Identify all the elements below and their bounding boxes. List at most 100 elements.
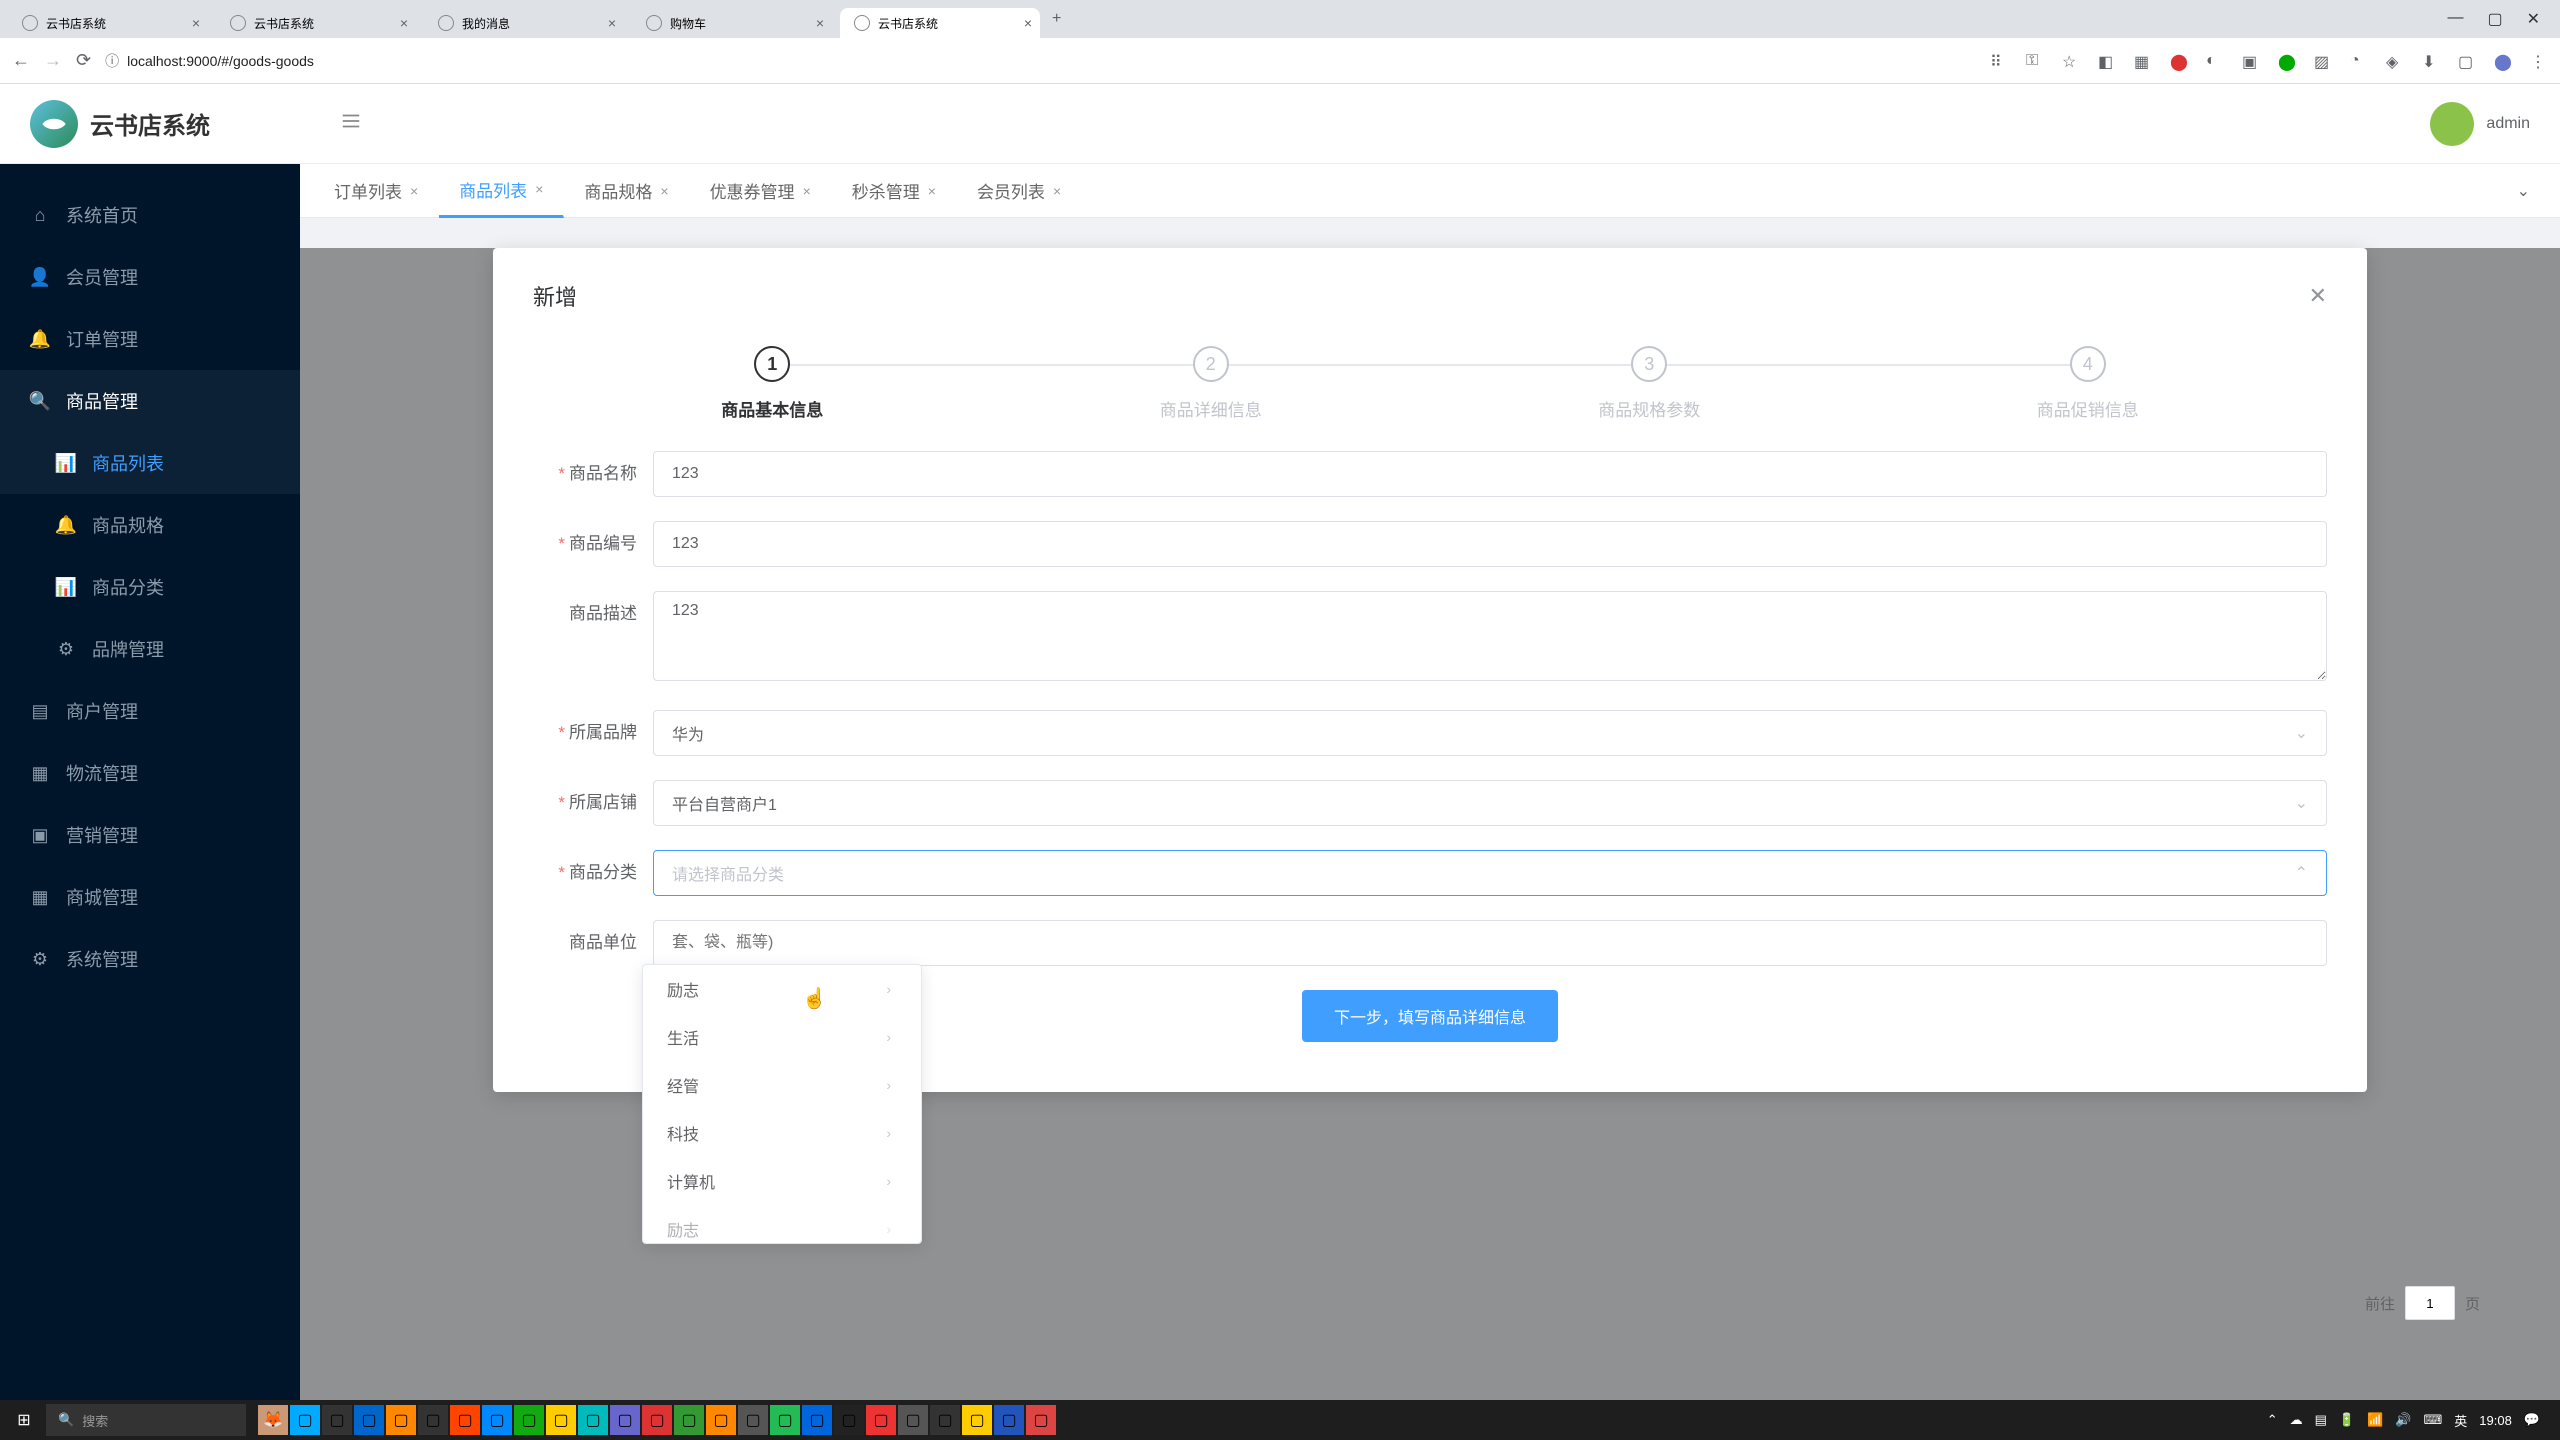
taskbar-app[interactable]: ▢ — [706, 1405, 736, 1435]
brand-select[interactable]: 华为⌄ — [653, 710, 2327, 756]
forward-button[interactable]: → — [44, 50, 62, 71]
reload-button[interactable]: ⟳ — [76, 50, 91, 71]
sidebar-item-goods-brand[interactable]: ⚙品牌管理 — [0, 618, 300, 680]
modal-close-icon[interactable]: ✕ — [2309, 283, 2327, 309]
close-icon[interactable]: × — [816, 15, 824, 31]
taskbar-app[interactable]: ▢ — [386, 1405, 416, 1435]
taskbar-app[interactable]: ▢ — [578, 1405, 608, 1435]
tabs-dropdown-icon[interactable]: ⌄ — [2501, 181, 2546, 201]
notifications-icon[interactable]: 💬 — [2524, 1412, 2540, 1428]
tray-icon[interactable]: ⌃ — [2267, 1412, 2278, 1428]
tray-icon[interactable]: ☁ — [2290, 1412, 2303, 1428]
sidebar-item-goods[interactable]: 🔍商品管理 — [0, 370, 300, 432]
sidebar-item-marketing[interactable]: ▣营销管理 — [0, 804, 300, 866]
sidebar-item-members[interactable]: 👤会员管理 — [0, 246, 300, 308]
close-icon[interactable]: × — [660, 183, 668, 199]
sidebar-item-mall[interactable]: ▦商城管理 — [0, 866, 300, 928]
translate-icon[interactable]: ⠿ — [1990, 52, 2008, 70]
key-icon[interactable]: ⚿ — [2026, 52, 2044, 70]
maximize-icon[interactable]: ▢ — [2487, 9, 2502, 29]
next-button[interactable]: 下一步，填写商品详细信息 — [1302, 990, 1558, 1042]
taskbar-app[interactable]: ▢ — [642, 1405, 672, 1435]
ext-icon[interactable]: ▦ — [2134, 52, 2152, 70]
sidebar-toggle-icon[interactable] — [340, 110, 362, 137]
tab-goods-list[interactable]: 商品列表× — [439, 164, 564, 218]
modal-overlay[interactable]: 前往 页 新增 ✕ 1 商品基本信息 — [300, 248, 2560, 1440]
taskbar-app[interactable]: ▢ — [546, 1405, 576, 1435]
unit-input[interactable] — [653, 920, 2327, 966]
close-icon[interactable]: × — [410, 183, 418, 199]
code-input[interactable] — [653, 521, 2327, 567]
taskbar-search[interactable]: 🔍 搜索 — [46, 1404, 246, 1436]
new-tab-button[interactable]: + — [1052, 10, 1061, 28]
back-button[interactable]: ← — [12, 50, 30, 71]
sidebar-item-goods-list[interactable]: 📊商品列表 — [0, 432, 300, 494]
ext-icon[interactable]: ▨ — [2314, 52, 2332, 70]
download-icon[interactable]: ⬇ — [2422, 52, 2440, 70]
tab-seckill[interactable]: 秒杀管理× — [832, 164, 957, 218]
profile-icon[interactable]: ⬤ — [2494, 52, 2512, 70]
tab-goods-spec[interactable]: 商品规格× — [564, 164, 689, 218]
taskbar-app[interactable]: ▢ — [450, 1405, 480, 1435]
ext-icon[interactable]: ◐ — [2206, 52, 2224, 70]
clock[interactable]: 19:08 — [2479, 1413, 2512, 1428]
browser-tab-active[interactable]: 云书店系统 × — [840, 8, 1040, 38]
taskbar-app[interactable]: ▢ — [482, 1405, 512, 1435]
taskbar-app[interactable]: ▢ — [322, 1405, 352, 1435]
name-input[interactable] — [653, 451, 2327, 497]
close-icon[interactable]: × — [608, 15, 616, 31]
user-area[interactable]: admin — [2430, 102, 2530, 146]
cascader-option[interactable]: 生活› — [643, 1013, 921, 1061]
taskbar-app[interactable]: 🦊 — [258, 1405, 288, 1435]
sidebar-item-orders[interactable]: 🔔订单管理 — [0, 308, 300, 370]
cascader-option[interactable]: 计算机› — [643, 1157, 921, 1205]
tray-icon[interactable]: ⌨ — [2423, 1412, 2442, 1428]
cascader-option[interactable]: 经管› — [643, 1061, 921, 1109]
close-window-icon[interactable]: ✕ — [2527, 9, 2540, 29]
taskbar-app[interactable]: ▢ — [290, 1405, 320, 1435]
close-icon[interactable]: × — [1053, 183, 1061, 199]
ime-label[interactable]: 英 — [2454, 1411, 2467, 1430]
ext-icon[interactable]: ⬤ — [2170, 52, 2188, 70]
taskbar-app[interactable]: ▢ — [866, 1405, 896, 1435]
tray-icon[interactable]: ▤ — [2315, 1412, 2327, 1428]
category-cascader[interactable]: 请选择商品分类⌃ — [653, 850, 2327, 896]
tab-orders[interactable]: 订单列表× — [314, 164, 439, 218]
page-input[interactable] — [2405, 1286, 2455, 1320]
desc-textarea[interactable] — [653, 591, 2327, 681]
ext-icon[interactable]: ◧ — [2098, 52, 2116, 70]
taskbar-app[interactable]: ▢ — [834, 1405, 864, 1435]
tab-coupons[interactable]: 优惠券管理× — [690, 164, 832, 218]
address-bar[interactable]: ⓘ localhost:9000/#/goods-goods — [105, 51, 314, 71]
tray-icon[interactable]: 📶 — [2367, 1412, 2383, 1428]
browser-tab[interactable]: 云书店系统 × — [216, 8, 416, 38]
taskbar-app[interactable]: ▢ — [962, 1405, 992, 1435]
browser-tab[interactable]: 我的消息 × — [424, 8, 624, 38]
sidebar-item-goods-category[interactable]: 📊商品分类 — [0, 556, 300, 618]
sidebar-item-merchants[interactable]: ▤商户管理 — [0, 680, 300, 742]
sidebar-item-goods-spec[interactable]: 🔔商品规格 — [0, 494, 300, 556]
taskbar-app[interactable]: ▢ — [1026, 1405, 1056, 1435]
sidebar-item-logistics[interactable]: ▦物流管理 — [0, 742, 300, 804]
ext-icon[interactable]: ⬤ — [2278, 52, 2296, 70]
star-icon[interactable]: ☆ — [2062, 52, 2080, 70]
cascader-option[interactable]: 励志› — [643, 1205, 921, 1244]
ext-icon[interactable]: ▢ — [2458, 52, 2476, 70]
start-button[interactable]: ⊞ — [6, 1402, 42, 1438]
close-icon[interactable]: × — [192, 15, 200, 31]
tray-icon[interactable]: 🔋 — [2339, 1412, 2355, 1428]
taskbar-app[interactable]: ▢ — [738, 1405, 768, 1435]
ext-icon[interactable]: ◔ — [2350, 52, 2368, 70]
close-icon[interactable]: × — [1024, 15, 1032, 31]
tray-icon[interactable]: 🔊 — [2395, 1412, 2411, 1428]
close-icon[interactable]: × — [928, 183, 936, 199]
taskbar-app[interactable]: ▢ — [354, 1405, 384, 1435]
shop-select[interactable]: 平台自营商户1⌄ — [653, 780, 2327, 826]
minimize-icon[interactable]: — — [2447, 9, 2463, 29]
taskbar-app[interactable]: ▢ — [930, 1405, 960, 1435]
tab-members[interactable]: 会员列表× — [957, 164, 1082, 218]
menu-icon[interactable]: ⋮ — [2530, 52, 2548, 70]
close-icon[interactable]: × — [400, 15, 408, 31]
browser-tab[interactable]: 购物车 × — [632, 8, 832, 38]
taskbar-app[interactable]: ▢ — [994, 1405, 1024, 1435]
